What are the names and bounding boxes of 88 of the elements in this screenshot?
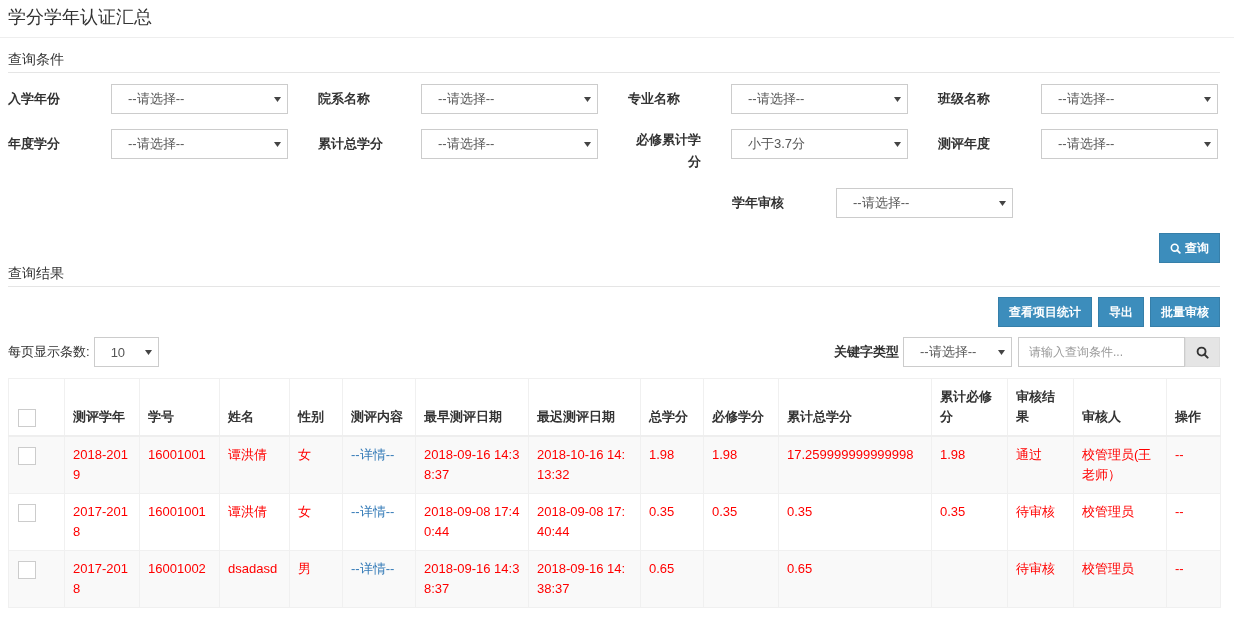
caret-icon <box>894 96 901 102</box>
table-cell: 女 <box>289 493 343 551</box>
table-cell: 2018-2019 <box>64 436 140 494</box>
table-cell: 校管理员(王老师） <box>1073 436 1167 494</box>
table-cell: 女 <box>289 436 343 494</box>
table-cell: 0.35 <box>640 493 704 551</box>
checkbox[interactable] <box>18 408 36 427</box>
search-field[interactable]: 请输入查询条件... <box>1018 337 1185 367</box>
search-icon <box>1170 242 1181 254</box>
dropdown[interactable]: --请选择-- <box>421 84 598 114</box>
caret-icon <box>998 349 1005 355</box>
dropdown[interactable]: --请选择-- <box>1041 84 1218 114</box>
dropdown[interactable]: 10 <box>93 337 159 367</box>
filter-label: 必修累计学分 <box>635 131 702 171</box>
caret-icon <box>1204 96 1211 102</box>
caret-icon <box>274 96 281 102</box>
page-size-label: 每页显示条数: <box>8 343 90 361</box>
dropdown[interactable]: --请选择-- <box>111 129 288 159</box>
table-cell: 2017-2018 <box>64 493 140 551</box>
table-cell: 谭洪倩 <box>219 436 290 494</box>
table-cell: 1.98 <box>640 436 704 494</box>
filter-label: 专业名称 <box>628 90 681 108</box>
action-button[interactable]: 查看项目统计 <box>998 297 1092 327</box>
table-cell: dsadasd <box>219 550 290 608</box>
caret-icon <box>1204 141 1211 147</box>
table-cell: 待审核 <box>1007 493 1074 551</box>
detail-link[interactable]: --详情-- <box>351 561 395 576</box>
detail-link[interactable]: --详情-- <box>351 447 395 462</box>
checkbox[interactable] <box>18 503 36 522</box>
caret-icon <box>894 141 901 147</box>
filter-label: 入学年份 <box>8 90 61 108</box>
search-icon <box>1196 345 1209 359</box>
dropdown[interactable]: --请选择-- <box>836 188 1013 218</box>
keyword-type-label: 关键字类型 <box>834 343 899 361</box>
checkbox[interactable] <box>18 560 36 579</box>
table-cell: 0.65 <box>778 550 932 608</box>
detail-link[interactable]: --详情-- <box>351 504 395 519</box>
table-cell: 谭洪倩 <box>219 493 290 551</box>
table-cell: 17.259999999999998 <box>778 436 932 494</box>
table-cell: 0.35 <box>778 493 932 551</box>
action-button[interactable]: 导出 <box>1098 297 1144 327</box>
caret-icon <box>584 96 591 102</box>
table-cell: 0.35 <box>703 493 779 551</box>
table-cell: 男 <box>289 550 343 608</box>
table-cell: -- <box>1166 436 1221 494</box>
caret-icon <box>999 200 1006 206</box>
table-cell: 2017-2018 <box>64 550 140 608</box>
action-button[interactable]: 批量审核 <box>1150 297 1220 327</box>
table-cell: 0.35 <box>931 493 1008 551</box>
table-cell: 1.98 <box>931 436 1008 494</box>
filter-label: 班级名称 <box>938 90 991 108</box>
dropdown[interactable]: --请选择-- <box>903 337 1012 367</box>
checkbox[interactable] <box>18 446 36 465</box>
table-cell: 2018-09-16 14:38:37 <box>415 550 529 608</box>
table-cell: 0.65 <box>640 550 704 608</box>
table-cell: -- <box>1166 493 1221 551</box>
query-button[interactable]: 查询 <box>1159 233 1220 263</box>
table-cell: 16001001 <box>139 493 220 551</box>
table-cell: 校管理员 <box>1073 493 1167 551</box>
table-cell: 通过 <box>1007 436 1074 494</box>
table-cell: -- <box>1166 550 1221 608</box>
table-cell: 待审核 <box>1007 550 1074 608</box>
filter-label: 累计总学分 <box>318 135 384 153</box>
filter-label: 年度学分 <box>8 135 61 153</box>
caret-icon <box>274 141 281 147</box>
caret-icon <box>144 349 152 355</box>
search-button[interactable] <box>1185 337 1220 367</box>
filter-label: 测评年度 <box>938 135 991 153</box>
filter-label: 院系名称 <box>318 90 371 108</box>
table-cell: 16001002 <box>139 550 220 608</box>
table-cell: 校管理员 <box>1073 550 1167 608</box>
filter-label: 学年审核 <box>732 194 785 212</box>
table-cell: 2018-10-16 14:13:32 <box>528 436 641 494</box>
caret-icon <box>584 141 591 147</box>
page-title: 学分学年认证汇总 <box>0 0 1234 38</box>
table-cell: 2018-09-16 14:38:37 <box>415 436 529 494</box>
table-cell: 16001001 <box>139 436 220 494</box>
table-cell: 2018-09-08 17:40:44 <box>415 493 529 551</box>
section-title: 查询条件 <box>8 51 1220 73</box>
table-cell: 2018-09-16 14:38:37 <box>528 550 641 608</box>
table-cell: 1.98 <box>703 436 779 494</box>
table-cell: 2018-09-08 17:40:44 <box>528 493 641 551</box>
dropdown[interactable]: --请选择-- <box>731 84 908 114</box>
section-title: 查询结果 <box>8 265 1220 287</box>
dropdown[interactable]: --请选择-- <box>1041 129 1218 159</box>
dropdown[interactable]: 小于3.7分 <box>731 129 908 159</box>
dropdown[interactable]: --请选择-- <box>111 84 288 114</box>
dropdown[interactable]: --请选择-- <box>421 129 598 159</box>
